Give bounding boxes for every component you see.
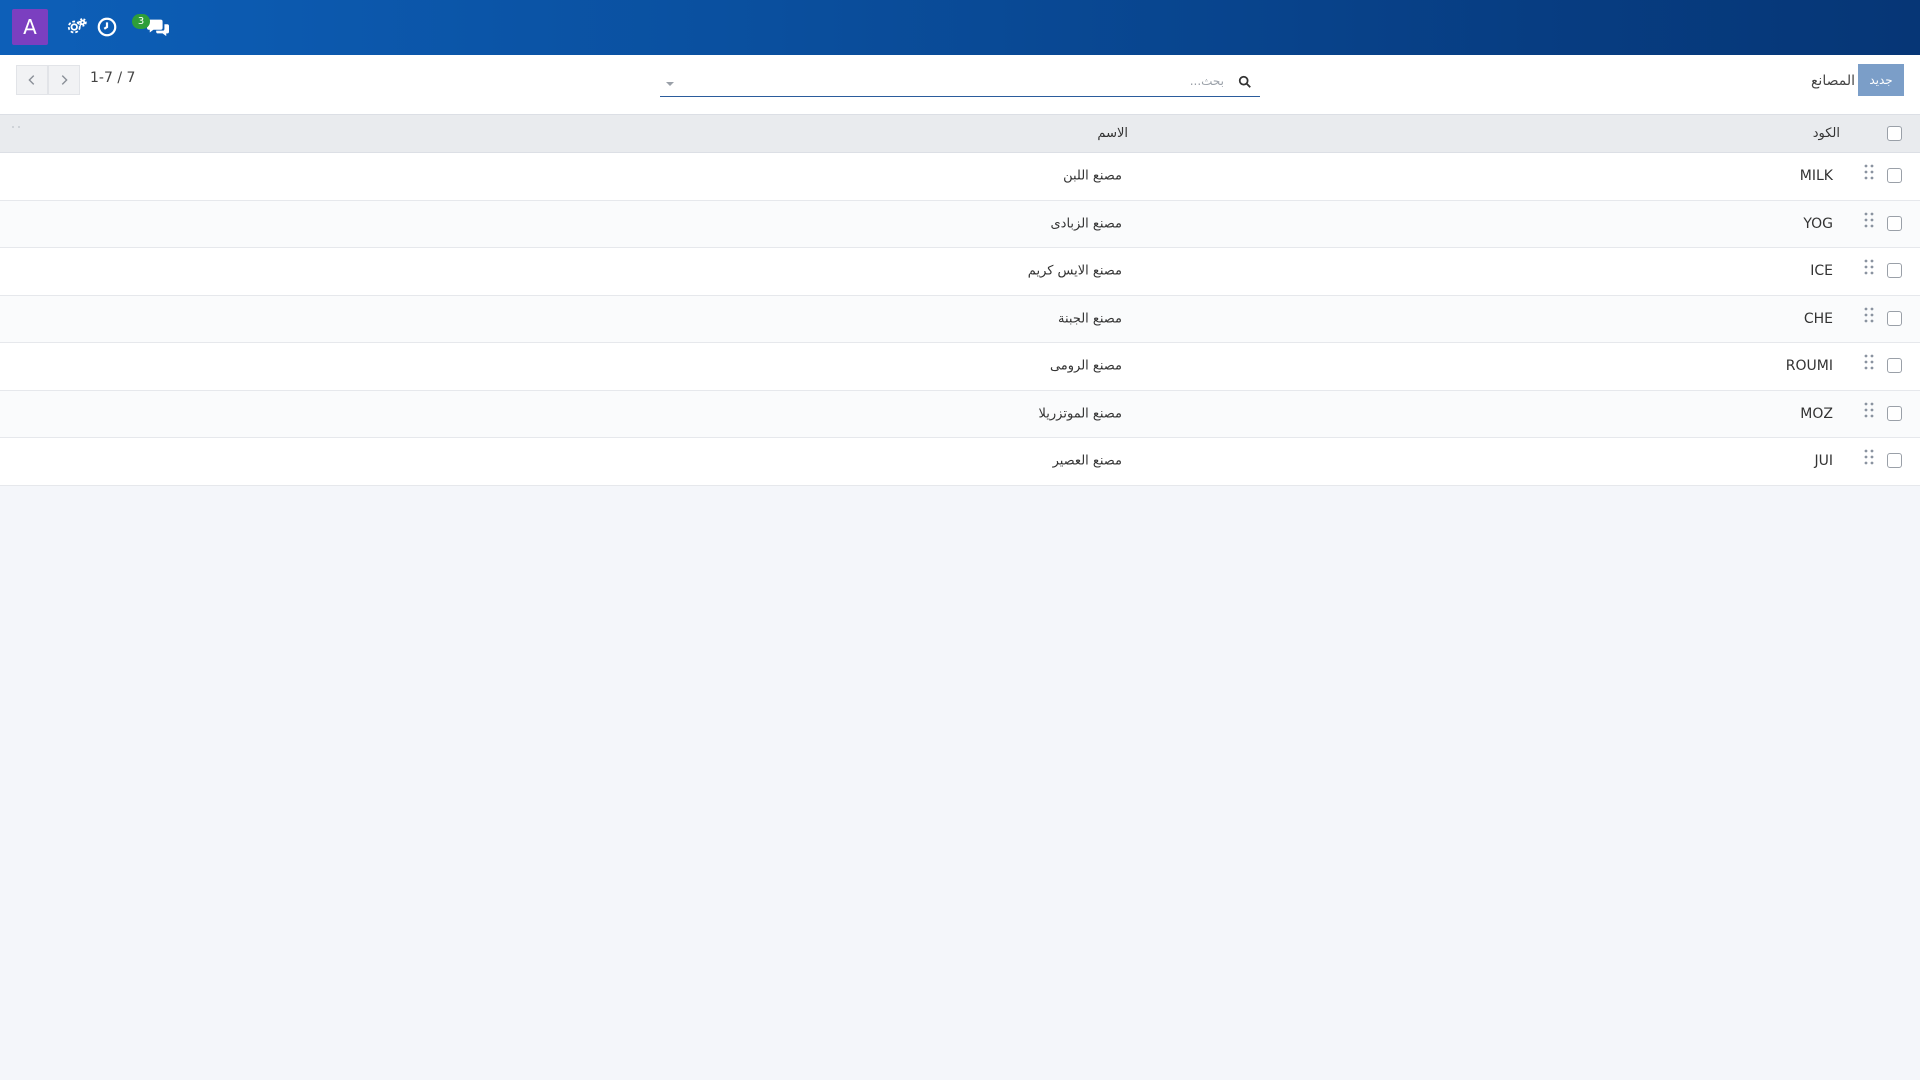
search-icon[interactable] [1238, 74, 1252, 88]
row-checkbox[interactable] [1887, 358, 1902, 374]
pager-value[interactable]: 1-7 / 7 [90, 70, 135, 86]
column-header-code[interactable]: الكود [1813, 126, 1840, 141]
cell-name: مصنع الرومى [1049, 358, 1122, 374]
cell-code: JUI [1814, 453, 1833, 470]
cell-name: مصنع العصير [1052, 453, 1122, 469]
cell-name: مصنع الجبنة [1058, 311, 1122, 327]
breadcrumb: المصانع [1810, 73, 1855, 89]
cell-name: مصنع الايس كريم [1027, 263, 1122, 279]
messages-badge: 3 [132, 14, 150, 29]
column-options-icon[interactable] [10, 121, 22, 133]
cell-code: MOZ [1800, 405, 1833, 422]
settings-icon[interactable] [66, 16, 88, 38]
cell-code: YOG [1803, 215, 1833, 232]
search-bar [660, 67, 1260, 97]
search-input[interactable] [684, 69, 1224, 93]
table-row[interactable]: JUI مصنع العصير [0, 438, 1920, 486]
table-row[interactable]: MILK مصنع اللبن [0, 153, 1920, 201]
table-row[interactable]: CHE مصنع الجبنة [0, 295, 1920, 343]
column-header-name[interactable]: الاسم [1097, 126, 1128, 141]
cell-code: CHE [1803, 310, 1833, 327]
cell-code: ICE [1810, 263, 1833, 280]
clock-icon[interactable] [96, 16, 118, 38]
row-checkbox[interactable] [1887, 215, 1902, 231]
pager-previous-button[interactable] [16, 65, 48, 95]
cell-code: ROUMI [1785, 358, 1833, 375]
top-navbar: A 3 [0, 0, 1920, 55]
table-row[interactable]: ICE مصنع الايس كريم [0, 248, 1920, 296]
row-checkbox[interactable] [1887, 405, 1902, 421]
cell-name: مصنع الزبادى [1050, 216, 1123, 232]
drag-handle-icon[interactable] [1864, 164, 1874, 180]
table-row[interactable]: ROUMI مصنع الرومى [0, 343, 1920, 391]
row-checkbox[interactable] [1887, 310, 1902, 326]
table-row[interactable]: YOG مصنع الزبادى [0, 200, 1920, 248]
drag-handle-icon[interactable] [1864, 354, 1874, 370]
new-button[interactable]: جديد [1858, 64, 1904, 96]
cell-name: مصنع اللبن [1063, 168, 1122, 184]
pager-next-button[interactable] [48, 65, 80, 95]
row-checkbox[interactable] [1887, 168, 1902, 184]
chevron-left-icon [28, 75, 35, 85]
drag-handle-icon[interactable] [1864, 307, 1874, 323]
drag-handle-icon[interactable] [1864, 402, 1874, 418]
list-table: الكود الاسم MILK مصنع اللبن YOG مصنع الز… [0, 115, 1920, 486]
cell-code: MILK [1799, 168, 1833, 185]
drag-handle-icon[interactable] [1864, 259, 1874, 275]
caret-down-icon[interactable] [664, 75, 676, 87]
user-avatar[interactable]: A [12, 9, 48, 45]
drag-handle-icon[interactable] [1864, 212, 1874, 228]
cell-name: مصنع الموتزريلا [1038, 406, 1122, 422]
chevron-right-icon [61, 75, 68, 85]
row-checkbox[interactable] [1887, 453, 1902, 469]
select-all-checkbox[interactable] [1887, 125, 1902, 141]
drag-handle-icon[interactable] [1864, 449, 1874, 465]
table-header: الكود الاسم [0, 115, 1920, 153]
table-row[interactable]: MOZ مصنع الموتزريلا [0, 390, 1920, 438]
control-panel: 1-7 / 7 جديد المصانع [0, 55, 1920, 115]
row-checkbox[interactable] [1887, 263, 1902, 279]
